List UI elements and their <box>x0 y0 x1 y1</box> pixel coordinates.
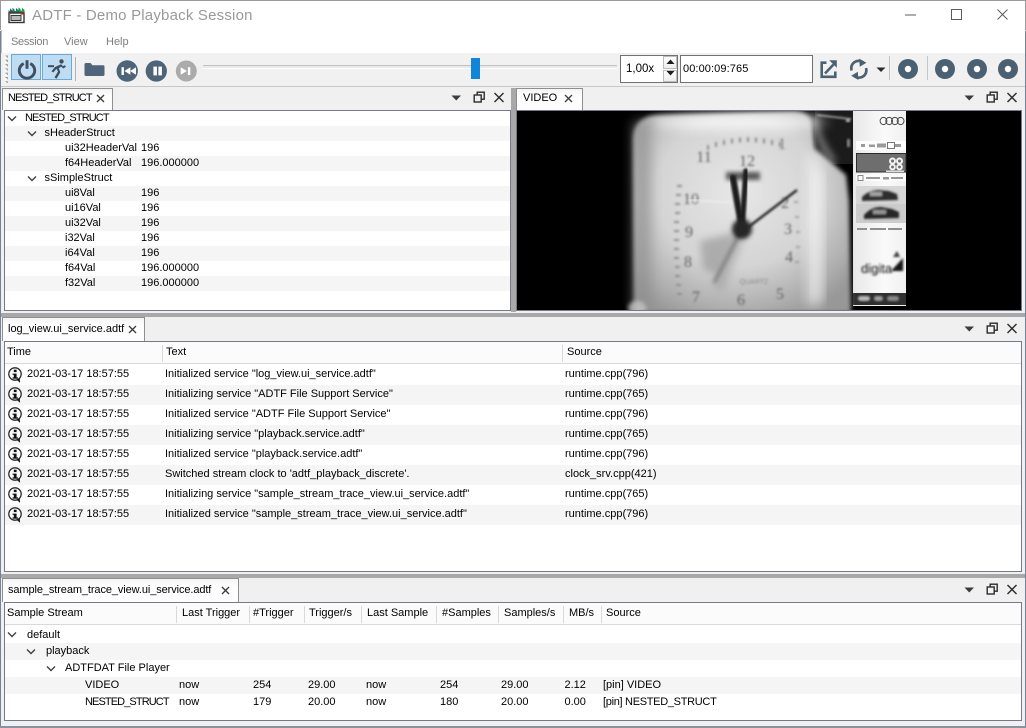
svg-text:3: 3 <box>784 221 792 238</box>
svg-text:digita: digita <box>861 261 893 276</box>
svg-text:8: 8 <box>684 254 692 271</box>
svg-text:6: 6 <box>737 292 745 309</box>
svg-text:QUARTZ: QUARTZ <box>740 279 769 286</box>
svg-text:12: 12 <box>739 153 755 170</box>
svg-text:5: 5 <box>776 286 784 303</box>
svg-text:4: 4 <box>785 249 793 266</box>
svg-text:7: 7 <box>692 289 700 306</box>
svg-text:9: 9 <box>685 224 693 241</box>
svg-text:11: 11 <box>696 149 711 166</box>
